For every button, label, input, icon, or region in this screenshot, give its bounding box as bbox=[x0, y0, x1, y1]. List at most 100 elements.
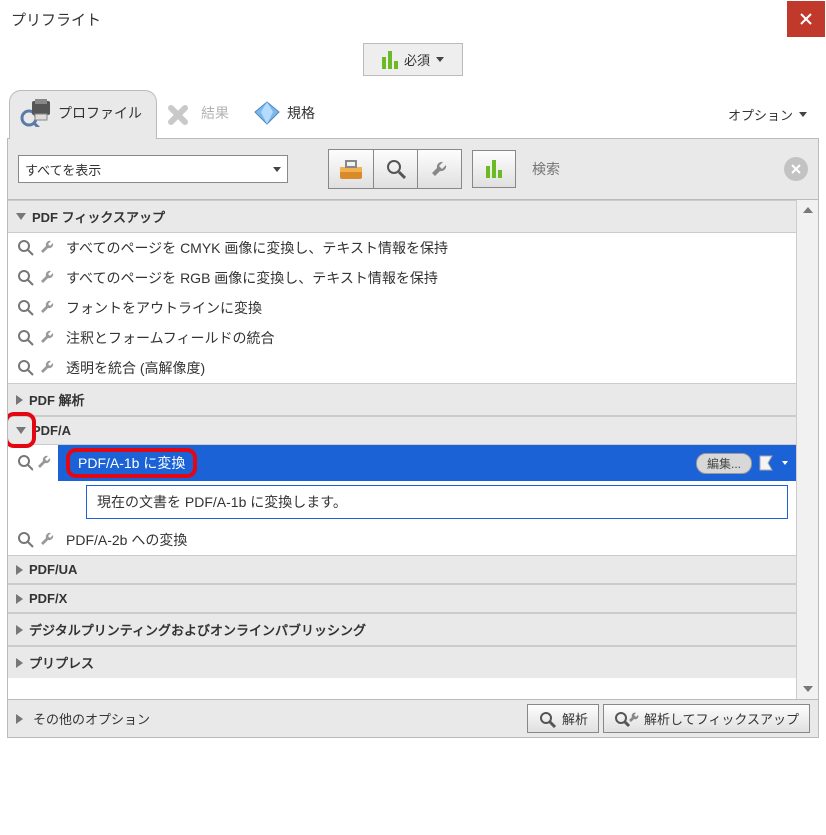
group-prepress[interactable]: プリプレス bbox=[8, 646, 796, 678]
tab-profile-label: プロファイル bbox=[58, 103, 142, 123]
magnifier-icon bbox=[16, 298, 36, 318]
clear-search-button[interactable] bbox=[784, 157, 808, 181]
disclosure-closed-icon bbox=[16, 565, 23, 575]
group-label: PDF/X bbox=[29, 591, 67, 606]
magnifier-icon bbox=[16, 268, 36, 288]
analyze-button[interactable]: 解析 bbox=[527, 704, 599, 733]
disclosure-closed-icon bbox=[16, 658, 23, 668]
titlebar: プリフライト bbox=[1, 1, 825, 37]
group-label: PDF/UA bbox=[29, 562, 77, 577]
scrollbar[interactable] bbox=[796, 200, 818, 699]
x-icon bbox=[790, 163, 802, 175]
group-digital[interactable]: デジタルプリンティングおよびオンラインパブリッシング bbox=[8, 613, 796, 646]
list-content: PDF フィックスアップ すべてのページを CMYK 画像に変換し、テキスト情報… bbox=[8, 200, 796, 699]
item-label: フォントをアウトラインに変換 bbox=[66, 298, 262, 318]
wrench-icon bbox=[38, 268, 58, 288]
tab-results[interactable]: 結果 bbox=[157, 92, 243, 138]
group-label: PDF/A bbox=[32, 423, 71, 438]
item-label: 注釈とフォームフィールドの統合 bbox=[66, 328, 274, 348]
wrench-icon bbox=[38, 328, 58, 348]
toolbar: すべてを表示 bbox=[7, 138, 819, 200]
wrench-cross-icon bbox=[167, 100, 195, 126]
list-item[interactable]: 透明を統合 (高解像度) bbox=[8, 353, 796, 383]
disclosure-closed-icon bbox=[16, 395, 23, 405]
wrench-icon bbox=[38, 298, 58, 318]
disclosure-open-icon bbox=[16, 427, 26, 434]
bars-icon bbox=[382, 51, 398, 69]
bars-icon bbox=[486, 160, 502, 178]
magnifier-icon bbox=[16, 328, 36, 348]
group-label: プリプレス bbox=[29, 653, 94, 672]
scroll-down-button[interactable] bbox=[797, 679, 818, 699]
chevron-down-icon bbox=[436, 57, 444, 62]
tab-standards[interactable]: 規格 bbox=[243, 92, 329, 138]
item-label: PDF/A-2b への変換 bbox=[66, 530, 187, 550]
tab-results-label: 結果 bbox=[201, 103, 229, 123]
wrench-icon bbox=[38, 358, 58, 378]
list-item[interactable]: すべてのページを CMYK 画像に変換し、テキスト情報を保持 bbox=[8, 233, 796, 263]
options-label: オプション bbox=[728, 105, 793, 124]
tab-standards-label: 規格 bbox=[287, 103, 315, 123]
scroll-up-button[interactable] bbox=[797, 200, 818, 220]
filter-selected-label: すべてを表示 bbox=[25, 160, 101, 179]
view-toolbox-button[interactable] bbox=[329, 150, 373, 188]
group-pdf-fixups[interactable]: PDF フィックスアップ bbox=[8, 200, 796, 233]
group-pdfx[interactable]: PDF/X bbox=[8, 584, 796, 613]
wrench-icon bbox=[35, 453, 52, 473]
list-item[interactable]: PDF/A-2b への変換 bbox=[8, 525, 796, 555]
check-fix-icons bbox=[16, 530, 60, 550]
wrench-icon bbox=[38, 530, 58, 550]
group-label: デジタルプリンティングおよびオンラインパブリッシング bbox=[29, 620, 366, 639]
check-fix-icons bbox=[16, 298, 60, 318]
disclosure-closed-icon bbox=[16, 625, 23, 635]
close-button[interactable] bbox=[787, 1, 825, 37]
item-label: すべてのページを CMYK 画像に変換し、テキスト情報を保持 bbox=[66, 238, 448, 258]
check-fix-icons bbox=[16, 238, 60, 258]
list-item-selected[interactable]: PDF/A-1b に変換 編集... bbox=[8, 445, 796, 481]
check-fix-icons bbox=[16, 328, 60, 348]
list-item[interactable]: すべてのページを RGB 画像に変換し、テキスト情報を保持 bbox=[8, 263, 796, 293]
library-filter-button[interactable] bbox=[472, 150, 516, 188]
library-label: 必須 bbox=[404, 50, 430, 69]
view-checks-button[interactable] bbox=[373, 150, 417, 188]
selected-row: PDF/A-1b に変換 編集... bbox=[58, 445, 796, 481]
analyze-fix-label: 解析してフィックスアップ bbox=[644, 709, 799, 728]
item-label: すべてのページを RGB 画像に変換し、テキスト情報を保持 bbox=[66, 268, 438, 288]
window-title: プリフライト bbox=[11, 9, 101, 30]
group-pdf-analysis[interactable]: PDF 解析 bbox=[8, 383, 796, 416]
analyze-fix-button[interactable]: 解析してフィックスアップ bbox=[603, 704, 810, 733]
tabs: プロファイル 結果 規格 オプション bbox=[1, 90, 825, 139]
printer-icon bbox=[20, 99, 52, 127]
check-fix-icons bbox=[16, 268, 60, 288]
wrench-icon bbox=[38, 238, 58, 258]
profile-list: PDF フィックスアップ すべてのページを CMYK 画像に変換し、テキスト情報… bbox=[7, 200, 819, 700]
group-pdfa[interactable]: PDF/A bbox=[8, 416, 796, 445]
list-item[interactable]: フォントをアウトラインに変換 bbox=[8, 293, 796, 323]
scroll-track[interactable] bbox=[797, 220, 818, 679]
chevron-down-icon bbox=[782, 461, 788, 465]
magnifier-icon bbox=[385, 158, 407, 180]
library-dropdown[interactable]: 必須 bbox=[363, 43, 463, 76]
other-options-label[interactable]: その他のオプション bbox=[33, 709, 150, 728]
library-row: 必須 bbox=[1, 37, 825, 82]
wrench-icon bbox=[429, 158, 451, 180]
disclosure-closed-icon[interactable] bbox=[16, 714, 23, 724]
footer: その他のオプション 解析 解析してフィックスアップ bbox=[7, 700, 819, 738]
group-pdfua[interactable]: PDF/UA bbox=[8, 555, 796, 584]
group-label: PDF フィックスアップ bbox=[32, 207, 165, 226]
diamond-icon bbox=[253, 100, 281, 126]
filter-select[interactable]: すべてを表示 bbox=[18, 155, 288, 183]
magnifier-icon bbox=[16, 358, 36, 378]
footer-buttons: 解析 解析してフィックスアップ bbox=[527, 704, 810, 733]
disclosure-closed-icon bbox=[16, 594, 23, 604]
tab-profile[interactable]: プロファイル bbox=[9, 90, 157, 139]
item-label: PDF/A-1b に変換 bbox=[78, 455, 185, 471]
flag-icon[interactable] bbox=[758, 454, 780, 472]
list-item[interactable]: 注釈とフォームフィールドの統合 bbox=[8, 323, 796, 353]
view-fixups-button[interactable] bbox=[417, 150, 461, 188]
options-dropdown[interactable]: オプション bbox=[718, 99, 817, 130]
analyze-label: 解析 bbox=[562, 709, 588, 728]
edit-button[interactable]: 編集... bbox=[696, 453, 752, 474]
search-input[interactable] bbox=[526, 156, 768, 182]
magnifier-icon bbox=[16, 453, 33, 473]
